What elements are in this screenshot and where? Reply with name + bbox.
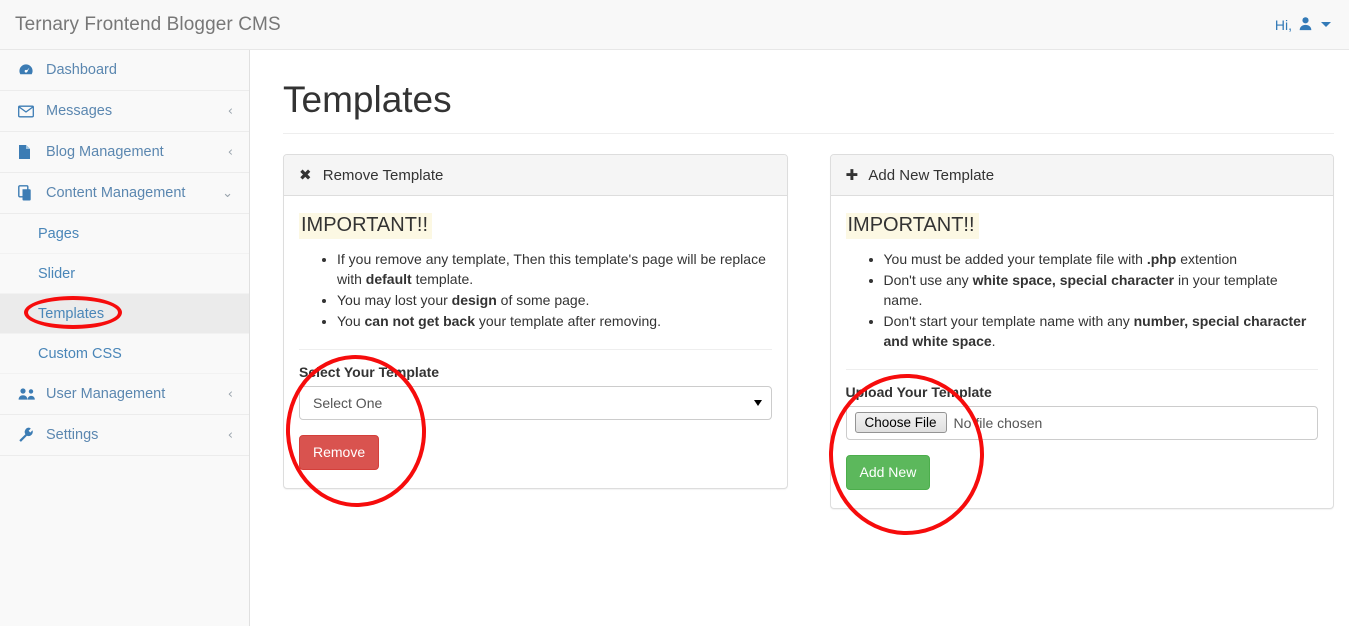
sidebar-chevron-icon: ‹ [227, 144, 233, 160]
greeting-label: Hi, [1274, 16, 1292, 33]
sidebar-subitem-label: Templates [38, 305, 105, 322]
select-template-label: Select Your Template [299, 363, 440, 380]
list-item: You must be added your template file wit… [884, 249, 1319, 269]
wrench-icon [18, 427, 38, 443]
copy-icon [18, 185, 38, 201]
sidebar-item-user-management[interactable]: User Management ‹ [0, 374, 249, 415]
add-template-heading-label: Add New Template [868, 166, 995, 184]
remove-template-panel-body: IMPORTANT!! If you remove any template, … [284, 196, 787, 489]
sidebar-item-label: User Management [46, 386, 166, 402]
list-item: You may lost your design of some page. [337, 290, 772, 310]
panels-row: ✖ Remove Template IMPORTANT!! If you rem… [283, 153, 1334, 510]
envelope-icon [18, 105, 38, 118]
sidebar-item-settings[interactable]: Settings ‹ [0, 415, 249, 456]
sidebar-item-label: Content Management [46, 185, 186, 201]
sidebar-item-dashboard[interactable]: Dashboard [0, 50, 249, 91]
top-navbar: Ternary Frontend Blogger CMS Hi, [0, 0, 1349, 50]
add-template-panel-body: IMPORTANT!! You must be added your templ… [831, 196, 1334, 509]
important-badge: IMPORTANT!! [299, 212, 433, 239]
chevron-down-icon [753, 399, 762, 406]
divider [845, 368, 1318, 370]
important-badge: IMPORTANT!! [845, 212, 979, 239]
remove-template-notes: If you remove any template, Then this te… [299, 249, 772, 331]
add-template-panel: ✚ Add New Template IMPORTANT!! You must … [829, 153, 1334, 510]
sidebar-item-label: Settings [46, 427, 99, 443]
add-template-panel-heading: ✚ Add New Template [830, 154, 1333, 196]
user-icon [1298, 16, 1313, 34]
sidebar-item-label: Blog Management [46, 144, 164, 160]
close-x-icon: ✖ [299, 165, 312, 184]
app-root: Ternary Frontend Blogger CMS Hi, Dashboa… [0, 0, 1349, 626]
sidebar-item-slider[interactable]: Slider [0, 254, 249, 294]
plus-icon: ✚ [845, 165, 859, 184]
add-template-column: ✚ Add New Template IMPORTANT!! You must … [829, 153, 1334, 510]
list-item: If you remove any template, Then this te… [337, 249, 772, 289]
sidebar-item-label: Dashboard [46, 62, 117, 78]
select-template-dropdown[interactable]: Select One [299, 385, 772, 420]
sidebar-submenu-content-management: Pages Slider Templates Custom CSS [0, 214, 249, 374]
remove-template-column: ✖ Remove Template IMPORTANT!! If you rem… [283, 153, 788, 510]
chevron-down-icon [1321, 22, 1331, 27]
sidebar-subitem-label: Pages [38, 225, 80, 242]
users-icon [18, 387, 38, 401]
sidebar-chevron-icon: ‹ [227, 386, 233, 402]
sidebar-item-pages[interactable]: Pages [0, 214, 249, 254]
add-new-button[interactable]: Add New [845, 454, 931, 491]
sidebar-item-content-management[interactable]: Content Management ⌄ [0, 173, 249, 214]
file-status-label: No file chosen [953, 414, 1043, 431]
sidebar-item-messages[interactable]: Messages ‹ [0, 91, 249, 132]
sidebar-item-label: Messages [46, 103, 113, 119]
remove-template-panel: ✖ Remove Template IMPORTANT!! If you rem… [283, 153, 788, 490]
file-icon [18, 144, 38, 160]
sidebar-chevron-icon: ‹ [227, 427, 233, 443]
sidebar-subitem-label: Slider [38, 265, 76, 282]
app-brand-title[interactable]: Ternary Frontend Blogger CMS [0, 15, 281, 34]
sidebar-item-blog-management[interactable]: Blog Management ‹ [0, 132, 249, 173]
sidebar: Dashboard Messages ‹ Blog Management ‹ C… [0, 50, 250, 626]
main-content: Templates ✖ Remove Template IMPORTANT!! … [251, 50, 1349, 626]
list-item: You can not get back your template after… [337, 311, 772, 331]
add-template-notes: You must be added your template file wit… [846, 249, 1319, 351]
dashboard-icon [18, 62, 38, 78]
list-item: Don't use any white space, special chara… [884, 270, 1319, 310]
choose-file-button[interactable]: Choose File [854, 412, 947, 434]
remove-template-heading-label: Remove Template [322, 166, 444, 184]
sidebar-chevron-icon: ‹ [227, 103, 233, 119]
template-file-input[interactable]: Choose File No file chosen [845, 405, 1318, 440]
upload-template-label: Upload Your Template [845, 383, 992, 400]
sidebar-chevron-icon: ⌄ [222, 185, 233, 201]
remove-template-panel-heading: ✖ Remove Template [284, 154, 787, 196]
sidebar-item-templates[interactable]: Templates [0, 294, 249, 334]
list-item: Don't start your template name with any … [884, 311, 1319, 351]
remove-button[interactable]: Remove [299, 434, 380, 471]
navbar-user-menu[interactable]: Hi, [1275, 16, 1349, 34]
page-title: Templates [283, 79, 1334, 134]
select-template-value: Select One [313, 394, 383, 411]
sidebar-subitem-label: Custom CSS [38, 345, 122, 362]
sidebar-item-custom-css[interactable]: Custom CSS [0, 334, 249, 374]
divider [299, 348, 772, 350]
